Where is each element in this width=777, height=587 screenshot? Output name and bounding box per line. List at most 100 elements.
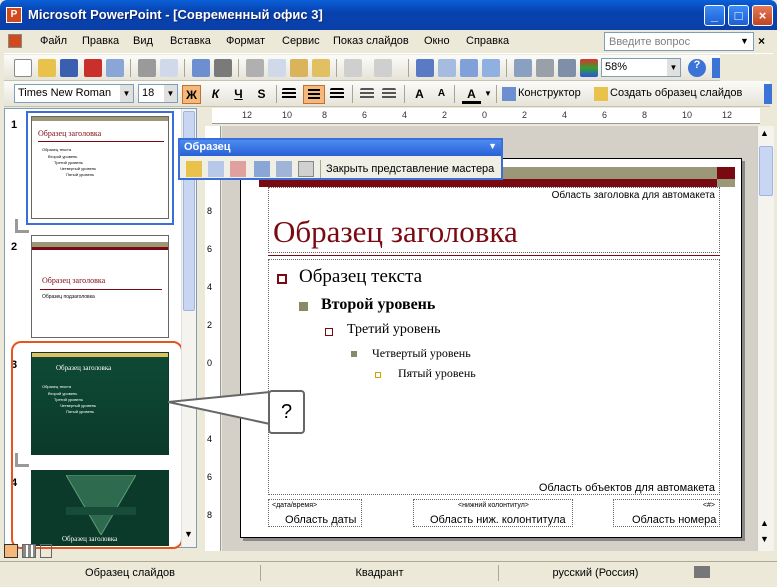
- italic-button[interactable]: К: [206, 85, 225, 104]
- sorter-view-icon[interactable]: [22, 544, 36, 558]
- cut-icon[interactable]: [246, 59, 264, 77]
- level-5-text[interactable]: Пятый уровень: [398, 366, 476, 381]
- insert-new-master-icon[interactable]: [186, 161, 202, 177]
- master-toolbar-header[interactable]: Образец ▼: [180, 140, 501, 156]
- slide-title[interactable]: Образец заголовка: [273, 214, 518, 250]
- color-grayscale-icon[interactable]: [580, 59, 598, 77]
- menu-help[interactable]: Справка: [466, 35, 509, 47]
- level-3-text[interactable]: Третий уровень: [347, 322, 440, 338]
- expand-all-icon[interactable]: [514, 59, 532, 77]
- minimize-button[interactable]: _: [704, 5, 725, 26]
- maximize-button[interactable]: □: [728, 5, 749, 26]
- preserve-master-icon[interactable]: [254, 161, 270, 177]
- scroll-down-icon[interactable]: ▼: [184, 529, 193, 539]
- align-center-button[interactable]: [303, 85, 325, 104]
- toolbar-options-icon[interactable]: [712, 58, 720, 78]
- spelling-status-icon[interactable]: [694, 566, 710, 578]
- vertical-scrollbar[interactable]: ▲ ▲ ▼: [757, 126, 774, 551]
- tables-borders-icon[interactable]: [460, 59, 478, 77]
- font-color-icon[interactable]: A: [462, 85, 481, 104]
- number-placeholder[interactable]: <#> Область номера: [613, 499, 720, 527]
- format-painter-icon[interactable]: [312, 59, 330, 77]
- show-formatting-icon[interactable]: [536, 59, 554, 77]
- thumbnail-slide-2[interactable]: Образец заголовка Образец подзаголовка: [31, 235, 169, 338]
- open-icon[interactable]: [38, 59, 56, 77]
- create-master-button[interactable]: Создать образец слайдов: [610, 87, 742, 99]
- menu-insert[interactable]: Вставка: [170, 35, 211, 47]
- font-select[interactable]: Times New Roman ▼: [14, 84, 134, 103]
- help-search-input[interactable]: Введите вопрос: [604, 32, 754, 51]
- print-icon[interactable]: [138, 59, 156, 77]
- master-toolbar-menu-icon[interactable]: ▼: [488, 141, 497, 151]
- insert-title-master-icon[interactable]: [208, 161, 224, 177]
- level-2-text[interactable]: Второй уровень: [321, 296, 435, 314]
- decrease-font-icon[interactable]: A: [432, 85, 451, 104]
- align-left-icon[interactable]: [282, 88, 296, 100]
- help-dropdown-icon[interactable]: ▼: [740, 36, 749, 46]
- bullet-level5-icon: [375, 372, 381, 378]
- copy-icon[interactable]: [268, 59, 286, 77]
- level-4-text[interactable]: Четвертый уровень: [372, 346, 471, 361]
- menu-slideshow[interactable]: Показ слайдов: [333, 35, 409, 47]
- font-size-select[interactable]: 18 ▼: [138, 84, 178, 103]
- menu-format[interactable]: Формат: [226, 35, 265, 47]
- font-dropdown-icon[interactable]: ▼: [120, 85, 133, 102]
- save-icon[interactable]: [60, 59, 78, 77]
- rename-master-icon[interactable]: [276, 161, 292, 177]
- slide-master[interactable]: Область заголовка для автомакета Образец…: [240, 158, 742, 538]
- bold-button[interactable]: Ж: [182, 85, 201, 104]
- menu-window[interactable]: Окно: [424, 35, 450, 47]
- underline-button[interactable]: Ч: [229, 85, 248, 104]
- document-icon[interactable]: [8, 34, 22, 48]
- footer-placeholder[interactable]: <нижний колонтитул> Область ниж. колонти…: [413, 499, 573, 527]
- email-icon[interactable]: [106, 59, 124, 77]
- shadow-button[interactable]: S: [252, 85, 271, 104]
- help-icon[interactable]: ?: [688, 59, 706, 77]
- print-preview-icon[interactable]: [160, 59, 178, 77]
- menu-edit[interactable]: Правка: [82, 35, 119, 47]
- numbering-icon[interactable]: [360, 88, 374, 100]
- menu-tools[interactable]: Сервис: [282, 35, 320, 47]
- next-slide-icon[interactable]: ▼: [760, 534, 769, 544]
- master-layout-icon[interactable]: [298, 161, 314, 177]
- date-placeholder[interactable]: <дата/время> Область даты: [268, 499, 362, 527]
- chart-icon[interactable]: [416, 59, 434, 77]
- designer-button[interactable]: Конструктор: [518, 87, 581, 99]
- new-icon[interactable]: [14, 59, 32, 77]
- align-right-icon[interactable]: [330, 88, 344, 100]
- research-icon[interactable]: [214, 59, 232, 77]
- close-master-view-button[interactable]: Закрыть представление мастера: [326, 163, 494, 175]
- menu-view[interactable]: Вид: [133, 35, 153, 47]
- powerpoint-app-icon[interactable]: P: [6, 7, 22, 23]
- prev-slide-icon[interactable]: ▲: [760, 518, 769, 528]
- redo-icon[interactable]: [374, 59, 392, 77]
- ruler-tick-label: 6: [602, 110, 608, 120]
- menu-file[interactable]: Файл: [40, 35, 67, 47]
- format-toolbar-options-icon[interactable]: [764, 84, 772, 104]
- zoom-select[interactable]: 58% ▼: [601, 58, 681, 77]
- body-placeholder[interactable]: Образец текста Второй уровень Третий уро…: [268, 259, 720, 495]
- table-icon[interactable]: [438, 59, 456, 77]
- size-dropdown-icon[interactable]: ▼: [164, 85, 177, 102]
- increase-font-icon[interactable]: A: [410, 85, 429, 104]
- normal-view-icon[interactable]: [4, 544, 18, 558]
- master-view-toolbar[interactable]: Образец ▼ Закрыть представление мастера: [178, 138, 503, 180]
- level-1-text[interactable]: Образец текста: [299, 266, 422, 288]
- font-color-dropdown-icon[interactable]: ▼: [484, 89, 492, 98]
- slideshow-view-icon[interactable]: [40, 544, 52, 558]
- bullets-icon[interactable]: [382, 88, 396, 100]
- close-document-button[interactable]: ×: [758, 34, 765, 48]
- delete-master-icon[interactable]: [230, 161, 246, 177]
- insert-diagram-icon[interactable]: [482, 59, 500, 77]
- close-button[interactable]: ×: [752, 5, 773, 26]
- paste-icon[interactable]: [290, 59, 308, 77]
- thumbnail-slide-1[interactable]: Образец заголовка Образец текста Второй …: [31, 116, 169, 219]
- zoom-dropdown-icon[interactable]: ▼: [667, 59, 680, 76]
- title-placeholder[interactable]: Область заголовка для автомакета Образец…: [268, 187, 720, 253]
- permission-icon[interactable]: [84, 59, 102, 77]
- show-grid-icon[interactable]: [558, 59, 576, 77]
- spelling-icon[interactable]: [192, 59, 210, 77]
- scrollbar-thumb[interactable]: [759, 146, 773, 196]
- undo-icon[interactable]: [344, 59, 362, 77]
- scroll-up-icon[interactable]: ▲: [760, 128, 769, 138]
